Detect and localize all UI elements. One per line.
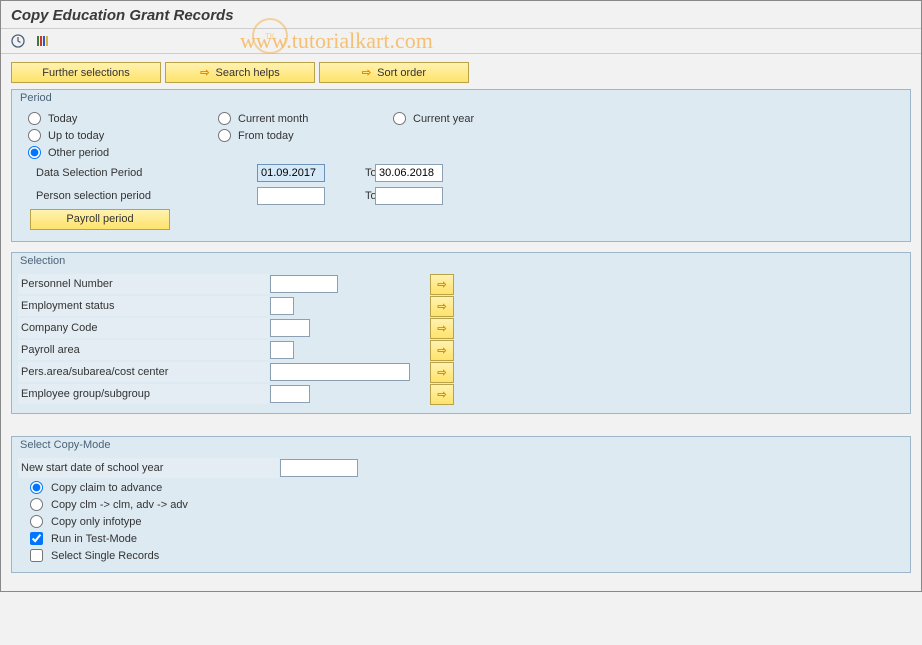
data-selection-from-input[interactable]	[257, 164, 325, 182]
payroll-period-button[interactable]: Payroll period	[30, 209, 170, 230]
employment-status-input[interactable]	[270, 297, 294, 315]
arrow-right-icon: ⇨	[362, 66, 371, 79]
period-group-title: Period	[12, 90, 910, 106]
data-selection-to-input[interactable]	[375, 164, 443, 182]
sort-order-label: Sort order	[377, 67, 426, 79]
to-label-1: To	[325, 167, 375, 179]
select-single-records-checkbox[interactable]	[30, 549, 43, 562]
new-start-date-input[interactable]	[280, 459, 358, 477]
payroll-area-input[interactable]	[270, 341, 294, 359]
employment-status-label: Employment status	[18, 296, 270, 316]
copy-clm-adv-label: Copy clm -> clm, adv -> adv	[51, 499, 188, 511]
copy-only-infotype-radio[interactable]	[30, 515, 43, 528]
pers-area-label: Pers.area/subarea/cost center	[18, 362, 270, 382]
today-label: Today	[48, 113, 77, 125]
company-code-label: Company Code	[18, 318, 270, 338]
sort-order-button[interactable]: ⇨ Sort order	[319, 62, 469, 83]
payroll-area-label: Payroll area	[18, 340, 270, 360]
copy-clm-adv-radio[interactable]	[30, 498, 43, 511]
period-group: Period Today Current month Current year …	[11, 89, 911, 242]
arrow-right-icon: ⇨	[437, 366, 446, 379]
title-bar: Copy Education Grant Records	[1, 1, 921, 29]
arrow-right-icon: ⇨	[437, 344, 446, 357]
arrow-right-icon: ⇨	[200, 66, 209, 79]
current-month-label: Current month	[238, 113, 308, 125]
other-period-radio[interactable]	[28, 146, 41, 159]
copy-only-infotype-label: Copy only infotype	[51, 516, 142, 528]
pers-area-input[interactable]	[270, 363, 410, 381]
personnel-number-input[interactable]	[270, 275, 338, 293]
arrow-right-icon: ⇨	[437, 278, 446, 291]
today-radio[interactable]	[28, 112, 41, 125]
bars-icon	[35, 34, 49, 48]
to-label-2: To	[325, 190, 375, 202]
payroll-period-label: Payroll period	[66, 213, 133, 225]
page-title: Copy Education Grant Records	[11, 7, 234, 24]
further-selections-label: Further selections	[42, 67, 129, 79]
run-test-mode-label: Run in Test-Mode	[51, 533, 137, 545]
copy-claim-advance-label: Copy claim to advance	[51, 482, 162, 494]
selection-group: Selection Personnel Number ⇨ Employment …	[11, 252, 911, 414]
person-selection-label: Person selection period	[22, 190, 257, 202]
other-period-label: Other period	[48, 147, 109, 159]
selection-group-title: Selection	[12, 253, 910, 269]
current-year-label: Current year	[413, 113, 474, 125]
from-today-label: From today	[238, 130, 294, 142]
personnel-number-label: Personnel Number	[18, 274, 270, 294]
personnel-number-more-button[interactable]: ⇨	[430, 274, 454, 295]
new-start-date-label: New start date of school year	[18, 458, 280, 478]
execute-button[interactable]	[7, 31, 29, 51]
company-code-input[interactable]	[270, 319, 310, 337]
arrow-right-icon: ⇨	[437, 300, 446, 313]
from-today-radio[interactable]	[218, 129, 231, 142]
person-selection-to-input[interactable]	[375, 187, 443, 205]
variant-button[interactable]	[31, 31, 53, 51]
arrow-right-icon: ⇨	[437, 388, 446, 401]
search-helps-label: Search helps	[216, 67, 280, 79]
search-helps-button[interactable]: ⇨ Search helps	[165, 62, 315, 83]
current-year-radio[interactable]	[393, 112, 406, 125]
person-selection-from-input[interactable]	[257, 187, 325, 205]
arrow-right-icon: ⇨	[437, 322, 446, 335]
select-single-records-label: Select Single Records	[51, 550, 159, 562]
pers-area-more-button[interactable]: ⇨	[430, 362, 454, 383]
app-toolbar	[1, 29, 921, 54]
current-month-radio[interactable]	[218, 112, 231, 125]
employee-group-more-button[interactable]: ⇨	[430, 384, 454, 405]
data-selection-label: Data Selection Period	[22, 167, 257, 179]
copy-claim-advance-radio[interactable]	[30, 481, 43, 494]
company-code-more-button[interactable]: ⇨	[430, 318, 454, 339]
copy-mode-group: Select Copy-Mode New start date of schoo…	[11, 436, 911, 573]
up-to-today-radio[interactable]	[28, 129, 41, 142]
employee-group-label: Employee group/subgroup	[18, 384, 270, 404]
clock-icon	[11, 34, 25, 48]
employee-group-input[interactable]	[270, 385, 310, 403]
payroll-area-more-button[interactable]: ⇨	[430, 340, 454, 361]
up-to-today-label: Up to today	[48, 130, 104, 142]
further-selections-button[interactable]: Further selections	[11, 62, 161, 83]
run-test-mode-checkbox[interactable]	[30, 532, 43, 545]
copy-mode-group-title: Select Copy-Mode	[12, 437, 910, 453]
selection-toolbar: Further selections ⇨ Search helps ⇨ Sort…	[11, 62, 911, 83]
employment-status-more-button[interactable]: ⇨	[430, 296, 454, 317]
